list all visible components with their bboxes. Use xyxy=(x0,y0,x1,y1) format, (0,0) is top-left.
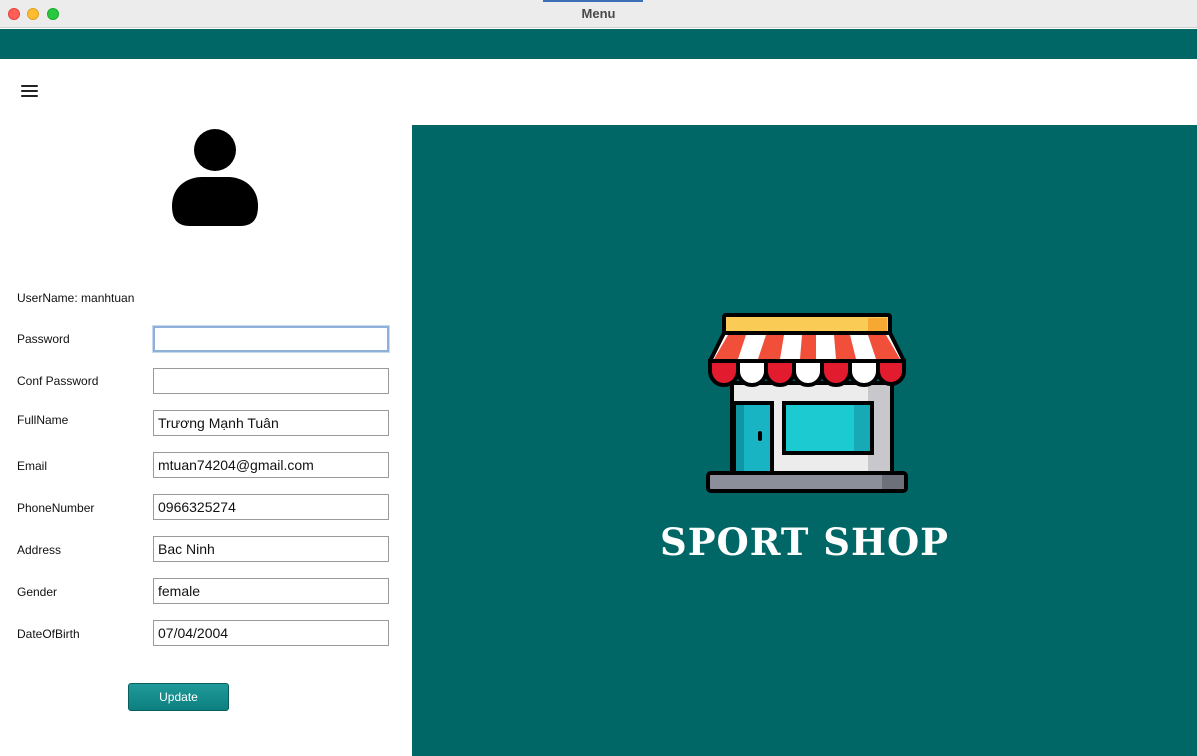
phone-number-label: PhoneNumber xyxy=(17,501,95,515)
titlebar-tab-indicator xyxy=(543,0,643,2)
fullname-label: FullName xyxy=(17,413,69,427)
update-button[interactable]: Update xyxy=(128,683,229,711)
password-label: Password xyxy=(17,332,70,346)
user-avatar-icon xyxy=(172,129,258,226)
phone-number-input[interactable] xyxy=(153,494,389,520)
confirm-password-label: Conf Password xyxy=(17,374,99,388)
username-value: manhtuan xyxy=(81,291,135,305)
username-display: UserName: manhtuan xyxy=(17,291,134,305)
gender-input[interactable] xyxy=(153,578,389,604)
shop-title: SPORT SHOP xyxy=(659,520,950,564)
window-title: Menu xyxy=(581,6,616,21)
menu-icon[interactable] xyxy=(21,84,39,98)
window-titlebar: Menu xyxy=(0,0,1197,28)
fullname-input[interactable] xyxy=(153,410,389,436)
top-header-bar xyxy=(0,29,1197,59)
password-input[interactable] xyxy=(153,326,389,352)
email-label: Email xyxy=(17,459,48,473)
shop-storefront-icon xyxy=(706,313,908,493)
address-label: Address xyxy=(17,543,62,557)
email-input[interactable] xyxy=(153,452,389,478)
date-of-birth-input[interactable] xyxy=(153,620,389,646)
gender-label: Gender xyxy=(17,585,58,599)
shop-banner-panel: SPORT SHOP xyxy=(412,125,1197,756)
address-input[interactable] xyxy=(153,536,389,562)
username-label: UserName: xyxy=(17,291,78,305)
confirm-password-input[interactable] xyxy=(153,368,389,394)
date-of-birth-label: DateOfBirth xyxy=(17,627,80,641)
